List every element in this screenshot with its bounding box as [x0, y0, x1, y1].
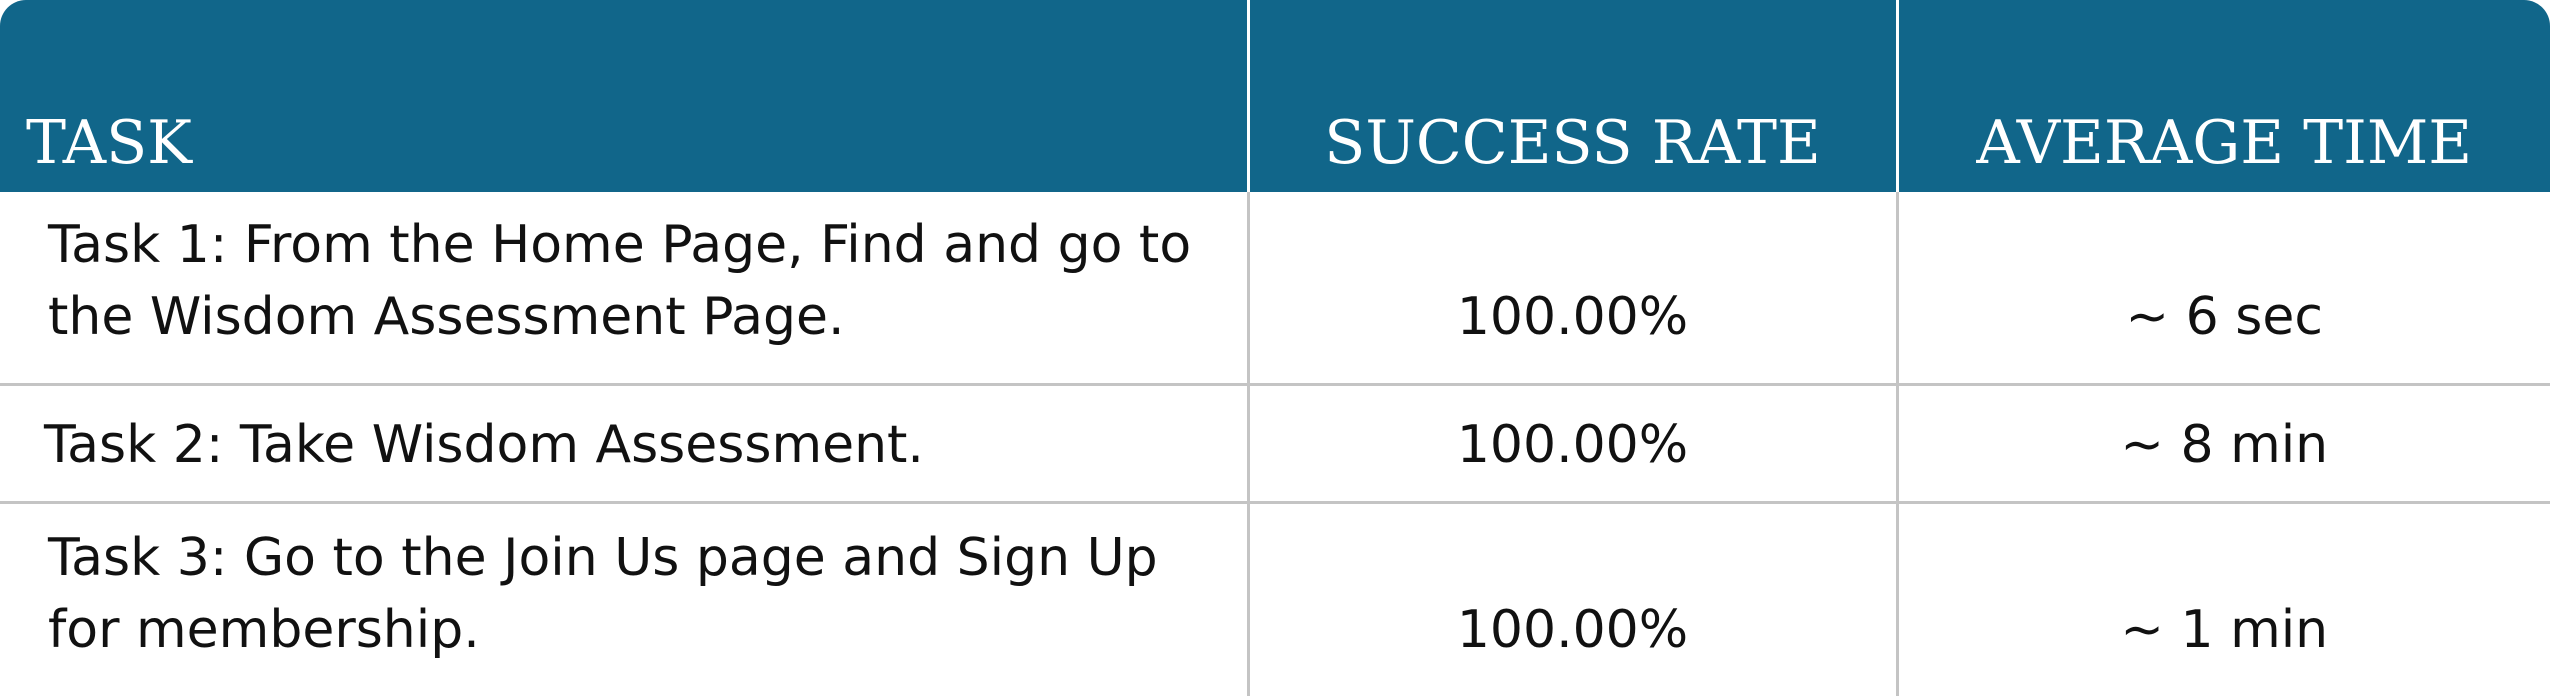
- usability-results-table: TASK SUCCESS RATE AVERAGE TIME Task 1: F…: [0, 0, 2550, 696]
- header-average-time: AVERAGE TIME: [1895, 0, 2550, 192]
- table-row: Task 1: From the Home Page, Find and go …: [0, 192, 2550, 384]
- usability-results-card: TASK SUCCESS RATE AVERAGE TIME Task 1: F…: [0, 0, 2550, 696]
- average-time-cell: ~ 6 sec: [1895, 192, 2550, 384]
- success-rate-cell: 100.00%: [1246, 192, 1897, 384]
- table-body: Task 1: From the Home Page, Find and go …: [0, 192, 2550, 696]
- task-cell: Task 2: Take Wisdom Assessment.: [0, 382, 1248, 502]
- header-task: TASK: [0, 0, 1248, 192]
- success-rate-cell: 100.00%: [1246, 500, 1897, 696]
- average-time-cell: ~ 1 min: [1895, 500, 2550, 696]
- success-rate-cell: 100.00%: [1246, 382, 1897, 502]
- header-row: TASK SUCCESS RATE AVERAGE TIME: [0, 0, 2550, 192]
- table-header: TASK SUCCESS RATE AVERAGE TIME: [0, 0, 2550, 192]
- average-time-cell: ~ 8 min: [1895, 382, 2550, 502]
- table-row: Task 3: Go to the Join Us page and Sign …: [0, 500, 2550, 696]
- task-cell: Task 3: Go to the Join Us page and Sign …: [0, 500, 1248, 696]
- header-success-rate: SUCCESS RATE: [1246, 0, 1897, 192]
- table-row: Task 2: Take Wisdom Assessment. 100.00% …: [0, 382, 2550, 502]
- task-cell: Task 1: From the Home Page, Find and go …: [48, 214, 1192, 347]
